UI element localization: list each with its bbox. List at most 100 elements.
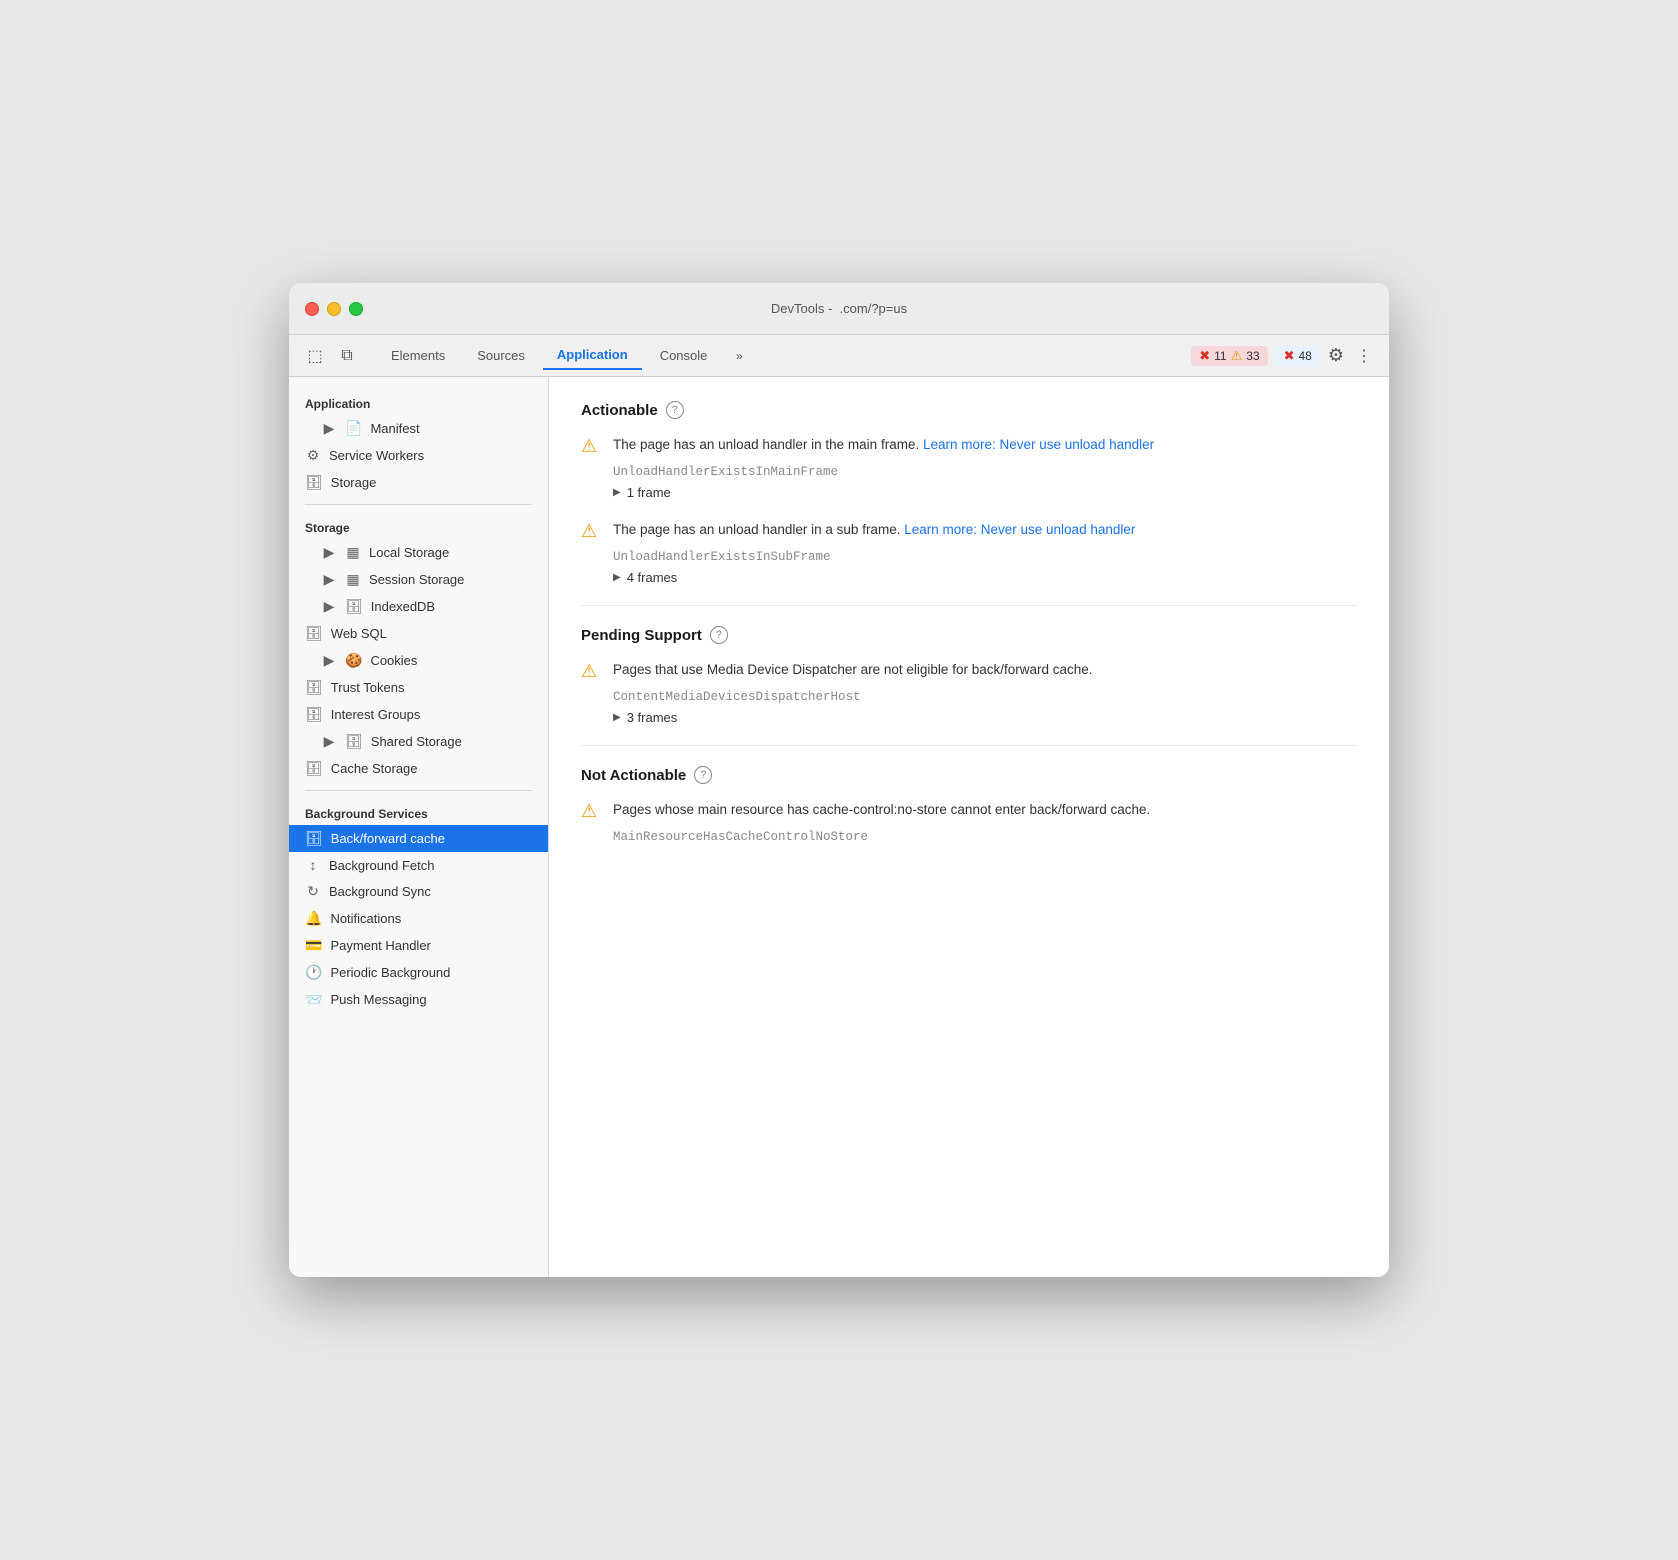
sidebar-item-interest-groups[interactable]: 🗄 Interest Groups — [289, 701, 548, 728]
settings-icon[interactable]: ⚙ — [1324, 341, 1348, 370]
cache-storage-icon: 🗄 — [305, 760, 323, 777]
local-storage-icon: ▦ — [345, 544, 361, 561]
more-tabs-icon[interactable]: » — [725, 342, 753, 370]
tab-application[interactable]: Application — [543, 341, 642, 370]
sidebar-item-trust-tokens[interactable]: 🗄 Trust Tokens — [289, 674, 548, 701]
sidebar-label-cache-storage: Cache Storage — [331, 761, 418, 776]
devtools-window: DevTools - .com/?p=us ⬚ ⧉ Elements Sourc… — [289, 283, 1389, 1277]
warn-count: 33 — [1246, 349, 1259, 363]
sidebar-label-session-storage: Session Storage — [369, 572, 464, 587]
divider-1 — [305, 504, 532, 505]
manifest-icon: 📄 — [345, 420, 362, 437]
issue-icon: ✖ — [1284, 348, 1295, 364]
warn-icon: ⚠ — [1231, 348, 1243, 364]
error-icon: ✖ — [1199, 348, 1210, 364]
issue-badge[interactable]: ✖ 48 — [1276, 346, 1320, 366]
issue-2: ⚠ The page has an unload handler in a su… — [581, 520, 1357, 585]
session-storage-icon: ▦ — [345, 571, 361, 588]
more-options-icon[interactable]: ⋮ — [1352, 342, 1377, 370]
error-badge[interactable]: ✖ 11 ⚠ 33 — [1191, 346, 1267, 366]
notifications-icon: 🔔 — [305, 910, 322, 927]
sidebar-item-payment-handler[interactable]: 💳 Payment Handler — [289, 932, 548, 959]
error-count: 11 — [1214, 349, 1226, 363]
not-actionable-header: Not Actionable ? — [581, 766, 1357, 784]
sidebar-item-periodic-background[interactable]: 🕐 Periodic Background — [289, 959, 548, 986]
sidebar-item-cache-storage[interactable]: 🗄 Cache Storage — [289, 755, 548, 782]
divider-content-1 — [581, 605, 1357, 606]
divider-content-2 — [581, 745, 1357, 746]
service-workers-icon: ⚙ — [305, 447, 321, 464]
issue-1-code: UnloadHandlerExistsInMainFrame — [613, 465, 1357, 479]
frames-toggle-3[interactable]: 3 frames — [613, 710, 1357, 725]
sidebar-item-cookies[interactable]: ▶ 🍪 Cookies — [289, 647, 548, 674]
issue-4: ⚠ Pages whose main resource has cache-co… — [581, 800, 1357, 844]
warning-icon-1: ⚠ — [581, 436, 601, 457]
tab-console[interactable]: Console — [646, 342, 722, 369]
frames-toggle-2[interactable]: 4 frames — [613, 570, 1357, 585]
sidebar-section-storage: Storage — [289, 513, 548, 539]
traffic-lights — [305, 302, 363, 316]
actionable-section-header: Actionable ? — [581, 401, 1357, 419]
shared-storage-icon: 🗄 — [345, 733, 363, 750]
arrow-cookies-icon: ▶ — [321, 652, 337, 669]
sidebar-item-manifest[interactable]: ▶ 📄 Manifest — [289, 415, 548, 442]
frames-toggle-1[interactable]: 1 frame — [613, 485, 1357, 500]
titlebar-title: DevTools - .com/?p=us — [771, 301, 907, 316]
arrow-local-storage-icon: ▶ — [321, 544, 337, 561]
minimize-button[interactable] — [327, 302, 341, 316]
sidebar-item-service-workers[interactable]: ⚙ Service Workers — [289, 442, 548, 469]
warning-icon-3: ⚠ — [581, 661, 601, 682]
background-sync-icon: ↻ — [305, 883, 321, 900]
issue-1: ⚠ The page has an unload handler in the … — [581, 435, 1357, 500]
main-layout: Application ▶ 📄 Manifest ⚙ Service Worke… — [289, 377, 1389, 1277]
sidebar-item-local-storage[interactable]: ▶ ▦ Local Storage — [289, 539, 548, 566]
issue-3-row: ⚠ Pages that use Media Device Dispatcher… — [581, 660, 1357, 682]
sidebar: Application ▶ 📄 Manifest ⚙ Service Worke… — [289, 377, 549, 1277]
actionable-help-icon[interactable]: ? — [666, 401, 684, 419]
not-actionable-help-icon[interactable]: ? — [694, 766, 712, 784]
sidebar-item-notifications[interactable]: 🔔 Notifications — [289, 905, 548, 932]
sidebar-item-background-sync[interactable]: ↻ Background Sync — [289, 878, 548, 905]
issue-2-row: ⚠ The page has an unload handler in a su… — [581, 520, 1357, 542]
sidebar-item-indexeddb[interactable]: ▶ 🗄 IndexedDB — [289, 593, 548, 620]
fullscreen-button[interactable] — [349, 302, 363, 316]
sidebar-item-push-messaging[interactable]: 📨 Push Messaging — [289, 986, 548, 1013]
sidebar-label-periodic-background: Periodic Background — [330, 965, 450, 980]
arrow-icon: ▶ — [321, 420, 337, 437]
sidebar-label-manifest: Manifest — [370, 421, 419, 436]
sidebar-item-session-storage[interactable]: ▶ ▦ Session Storage — [289, 566, 548, 593]
warning-icon-4: ⚠ — [581, 801, 601, 822]
sidebar-item-web-sql[interactable]: 🗄 Web SQL — [289, 620, 548, 647]
interest-groups-icon: 🗄 — [305, 706, 323, 723]
sidebar-label-storage: Storage — [331, 475, 377, 490]
issue-4-text: Pages whose main resource has cache-cont… — [613, 800, 1150, 820]
issue-count: 48 — [1299, 349, 1312, 363]
issue-1-link[interactable]: Learn more: Never use unload handler — [923, 437, 1154, 452]
device-icon[interactable]: ⧉ — [333, 342, 361, 370]
sidebar-section-background: Background Services — [289, 799, 548, 825]
payment-handler-icon: 💳 — [305, 937, 322, 954]
tab-sources[interactable]: Sources — [463, 342, 539, 369]
issue-2-code: UnloadHandlerExistsInSubFrame — [613, 550, 1357, 564]
backforward-cache-icon: 🗄 — [305, 830, 323, 847]
sidebar-item-shared-storage[interactable]: ▶ 🗄 Shared Storage — [289, 728, 548, 755]
sidebar-label-web-sql: Web SQL — [331, 626, 387, 641]
sidebar-item-background-fetch[interactable]: ↕ Background Fetch — [289, 852, 548, 878]
storage-icon: 🗄 — [305, 474, 323, 491]
issue-4-code: MainResourceHasCacheControlNoStore — [613, 830, 1357, 844]
sidebar-item-backforward-cache[interactable]: 🗄 Back/forward cache — [289, 825, 548, 852]
sidebar-label-indexeddb: IndexedDB — [371, 599, 435, 614]
web-sql-icon: 🗄 — [305, 625, 323, 642]
cursor-icon[interactable]: ⬚ — [301, 342, 329, 370]
close-button[interactable] — [305, 302, 319, 316]
trust-tokens-icon: 🗄 — [305, 679, 323, 696]
sidebar-label-background-fetch: Background Fetch — [329, 858, 435, 873]
warning-icon-2: ⚠ — [581, 521, 601, 542]
issue-2-link[interactable]: Learn more: Never use unload handler — [904, 522, 1135, 537]
sidebar-item-storage[interactable]: 🗄 Storage — [289, 469, 548, 496]
issue-1-row: ⚠ The page has an unload handler in the … — [581, 435, 1357, 457]
titlebar: DevTools - .com/?p=us — [289, 283, 1389, 335]
tab-elements[interactable]: Elements — [377, 342, 459, 369]
pending-support-help-icon[interactable]: ? — [710, 626, 728, 644]
issue-2-text: The page has an unload handler in a sub … — [613, 520, 1135, 540]
